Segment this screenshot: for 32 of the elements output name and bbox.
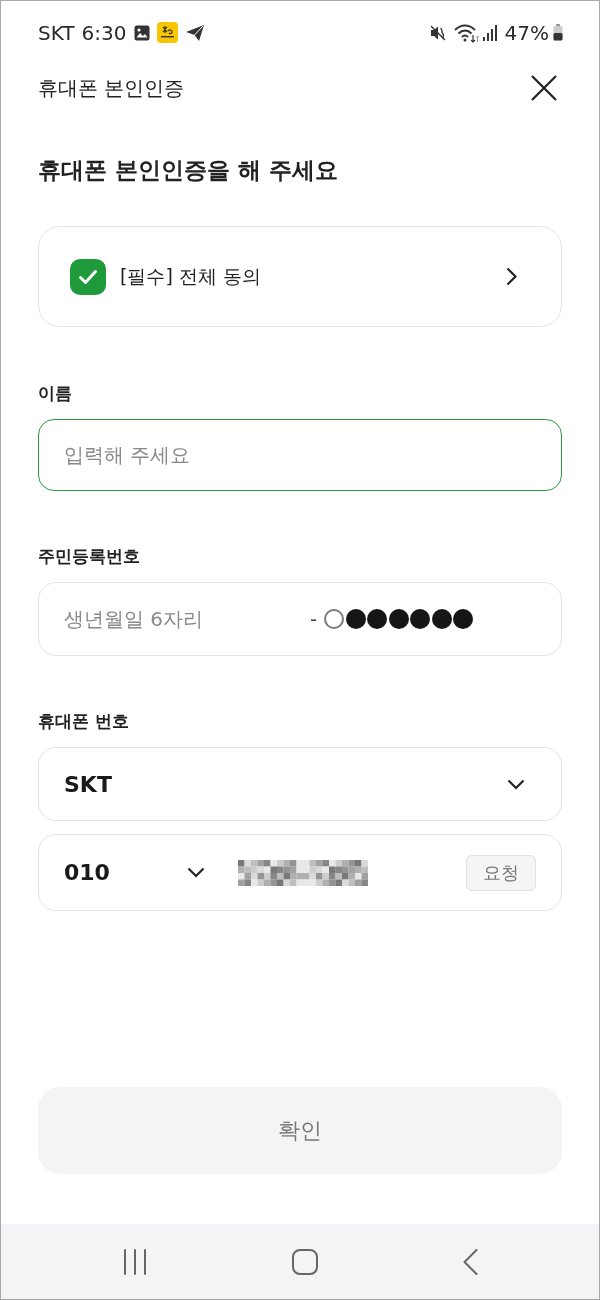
heading-text: 휴대폰 본인인증을 해 주세요 — [38, 156, 340, 185]
birthdate-input[interactable]: 생년월일 6자리 — [64, 604, 304, 634]
signal-icon — [482, 24, 497, 41]
carrier-text: SKT — [38, 20, 75, 45]
mute-icon — [429, 24, 446, 41]
field-label: 이름 — [38, 382, 72, 405]
prefix-select[interactable]: 010 — [64, 860, 205, 885]
wifi-icon — [453, 22, 479, 43]
recent-apps-icon[interactable] — [123, 1248, 147, 1275]
carrier-select[interactable]: SKT — [38, 747, 562, 821]
back-icon[interactable] — [463, 1248, 478, 1275]
app-tile-icon — [157, 22, 179, 43]
image-icon — [134, 24, 151, 41]
battery-icon — [553, 24, 563, 41]
chevron-right-icon — [506, 267, 517, 286]
agreement-row[interactable]: [필수] 전체 동의 — [38, 226, 562, 327]
agreement-label: [필수] 전체 동의 — [120, 263, 262, 289]
checkbox[interactable] — [70, 258, 106, 295]
page-title: 휴대폰 본인인증 — [38, 74, 185, 102]
resident-number-field[interactable]: 생년월일 6자리 - — [38, 582, 562, 656]
hyphen-text: - — [310, 607, 318, 631]
battery-percent-text: 47% — [504, 20, 549, 45]
close-button[interactable] — [531, 75, 557, 101]
home-icon[interactable] — [292, 1248, 318, 1275]
send-icon — [185, 23, 206, 42]
clock-text: 6:30 — [81, 20, 127, 45]
chevron-down-icon — [187, 867, 205, 878]
field-label: 주민등록번호 — [38, 545, 140, 568]
name-input[interactable]: 입력해 주세요 — [38, 419, 562, 491]
field-label: 휴대폰 번호 — [38, 710, 129, 733]
chevron-down-icon — [507, 778, 525, 790]
close-icon — [531, 75, 557, 101]
